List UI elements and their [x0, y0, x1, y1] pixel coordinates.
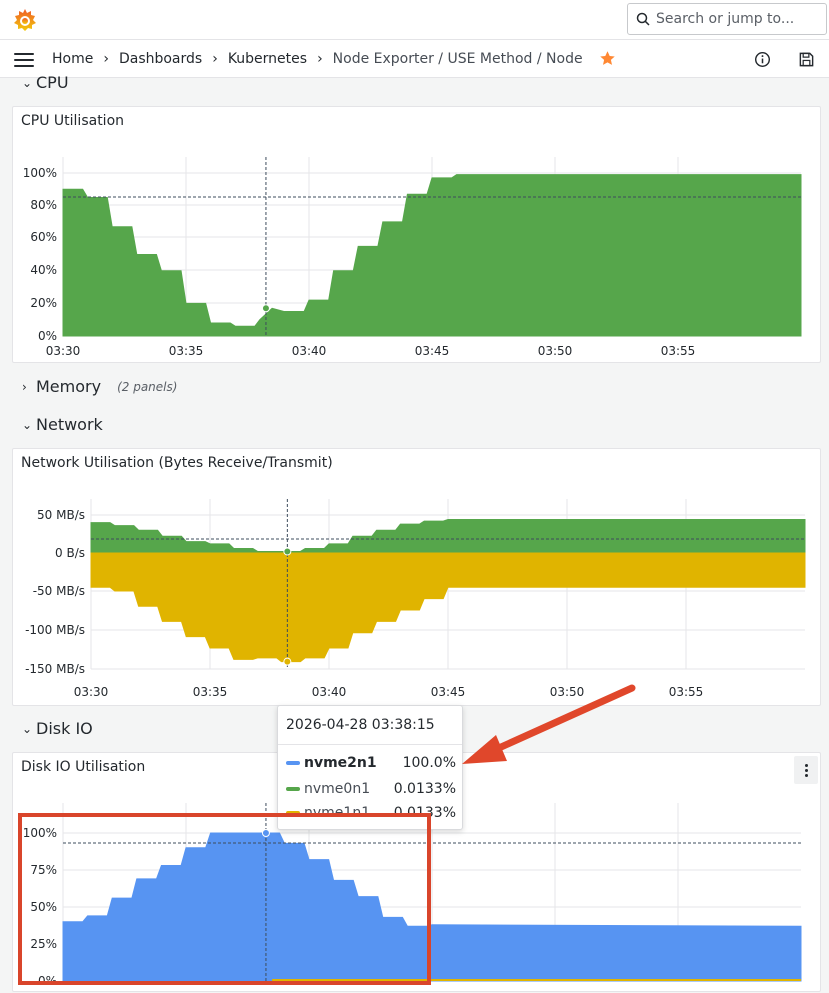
breadcrumb-home[interactable]: Home: [52, 51, 93, 67]
row-title: Memory: [36, 377, 102, 396]
tooltip-row: nvme2n1 100.0%: [286, 753, 456, 773]
search-icon: [636, 12, 650, 26]
y-tick-label: 100%: [23, 826, 57, 840]
series-area-CPU: [62, 174, 802, 337]
x-tick-label: 03:30: [74, 685, 109, 699]
series-name: nvme2n1: [304, 755, 377, 771]
hover-point: [261, 304, 270, 313]
breadcrumb-kubernetes[interactable]: Kubernetes: [228, 51, 307, 67]
y-tick-label: 0 B/s: [55, 546, 85, 560]
y-tick-label: 20%: [30, 296, 57, 310]
y-tick-label: 0%: [38, 329, 57, 343]
tooltip-divider: [278, 744, 462, 745]
cpu-utilisation-chart[interactable]: 0% 20% 40% 60% 80% 100% 03:30 03:35 03:40 03:45 03…: [13, 107, 822, 364]
row-panel-count: (2 panels): [117, 379, 178, 394]
x-tick-label: 03:45: [415, 344, 450, 358]
row-cpu[interactable]: ⌄ CPU: [22, 73, 69, 92]
info-icon[interactable]: [754, 51, 771, 68]
chevron-right-icon: ›: [22, 379, 27, 394]
y-tick-label: -150 MB/s: [25, 662, 85, 676]
series-name: nvme1n1: [304, 805, 371, 821]
row-memory[interactable]: › Memory (2 panels): [22, 377, 177, 396]
row-title: Network: [36, 415, 103, 434]
series-value: 0.0133%: [393, 805, 456, 821]
x-tick-label: 03:50: [538, 344, 573, 358]
y-tick-label: 75%: [30, 863, 57, 877]
chevron-down-icon: ⌄: [22, 721, 33, 736]
row-disk-io[interactable]: ⌄ Disk IO: [22, 719, 93, 738]
chevron-down-icon: ⌄: [22, 75, 33, 90]
breadcrumb-separator: ›: [212, 50, 218, 67]
tooltip-time: 2026-04-28 03:38:15: [286, 717, 435, 733]
x-tick-label: 03:40: [292, 344, 327, 358]
nav-bar: Home › Dashboards › Kubernetes › Node Ex…: [0, 40, 829, 78]
y-tick-label: -50 MB/s: [33, 584, 85, 598]
y-tick-label: 100%: [23, 166, 57, 180]
y-tick-label: 40%: [30, 263, 57, 277]
x-tick-label: 03:55: [669, 685, 704, 699]
series-value: 0.0133%: [393, 781, 456, 797]
series-area-receive: [90, 519, 806, 554]
series-swatch: [286, 761, 300, 765]
search-input[interactable]: Search or jump to...: [627, 3, 827, 35]
hover-point: [261, 829, 270, 837]
y-tick-label: -100 MB/s: [25, 623, 85, 637]
breadcrumb-dashboards[interactable]: Dashboards: [119, 51, 202, 67]
x-tick-label: 03:45: [431, 685, 466, 699]
breadcrumb-separator: ›: [317, 50, 323, 67]
breadcrumb-separator: ›: [103, 50, 109, 67]
x-tick-label: 03:40: [312, 685, 347, 699]
tooltip-row: nvme1n1 0.0133%: [286, 803, 456, 823]
x-tick-label: 03:55: [661, 344, 696, 358]
network-utilisation-chart[interactable]: 50 MB/s 0 B/s -50 MB/s -100 MB/s -150 MB/s 03…: [13, 449, 822, 707]
hover-point: [283, 547, 292, 556]
network-panel: Network Utilisation (Bytes Receive/Trans…: [12, 448, 821, 706]
row-title: CPU: [36, 73, 69, 92]
series-swatch: [286, 787, 300, 791]
tooltip-row: nvme0n1 0.0133%: [286, 779, 456, 799]
chevron-down-icon: ⌄: [22, 417, 33, 432]
grafana-logo-icon[interactable]: [12, 7, 38, 33]
cpu-panel: CPU Utilisation 0% 20% 40% 60% 80% 100% 03:30 0…: [12, 106, 821, 363]
y-tick-label: 50 MB/s: [37, 508, 85, 522]
save-icon[interactable]: [798, 51, 815, 68]
hover-point: [283, 657, 292, 666]
breadcrumb: Home › Dashboards › Kubernetes › Node Ex…: [52, 50, 616, 67]
y-tick-label: 60%: [30, 230, 57, 244]
y-tick-label: 80%: [30, 198, 57, 212]
row-title: Disk IO: [36, 719, 93, 738]
y-tick-label: 50%: [30, 900, 57, 914]
series-swatch: [286, 811, 300, 815]
x-tick-label: 03:50: [550, 685, 585, 699]
star-icon[interactable]: [599, 50, 616, 67]
row-network[interactable]: ⌄ Network: [22, 415, 103, 434]
y-tick-label: 25%: [30, 937, 57, 951]
series-value: 100.0%: [402, 755, 456, 771]
series-name: nvme0n1: [304, 781, 371, 797]
x-tick-label: 03:30: [46, 344, 81, 358]
top-bar: Search or jump to...: [0, 0, 829, 40]
menu-icon[interactable]: [14, 53, 34, 67]
x-tick-label: 03:35: [193, 685, 228, 699]
breadcrumb-current: Node Exporter / USE Method / Node: [332, 50, 583, 67]
search-placeholder: Search or jump to...: [656, 11, 795, 27]
chart-tooltip: 2026-04-28 03:38:15 nvme2n1 100.0% nvme0…: [277, 705, 463, 830]
x-tick-label: 03:35: [169, 344, 204, 358]
